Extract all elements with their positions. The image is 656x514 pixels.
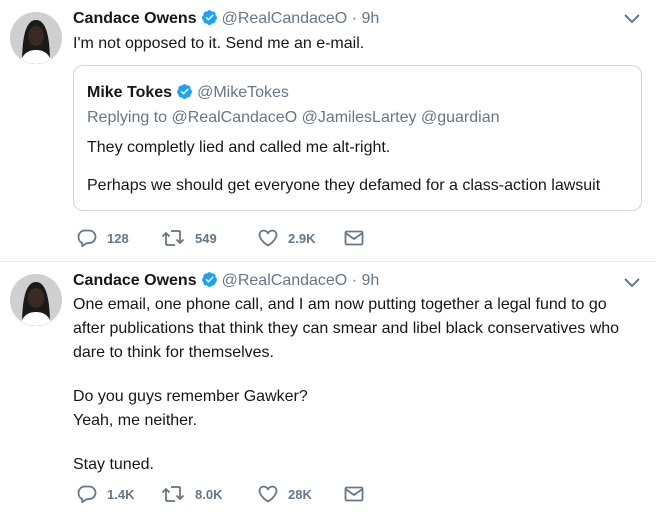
author-name[interactable]: Candace Owens <box>73 10 197 27</box>
chevron-down-icon[interactable] <box>622 276 642 290</box>
separator: · <box>351 272 358 289</box>
tweet-paragraph: Stay tuned. <box>73 456 154 473</box>
separator: · <box>351 10 358 27</box>
tweet-text: I'm not opposed to it. Send me an e-mail… <box>73 32 643 56</box>
verified-badge-icon <box>176 83 193 105</box>
tweet-paragraph: Do you guys remember Gawker? Yeah, me ne… <box>73 388 308 429</box>
timestamp[interactable]: 9h <box>361 272 379 289</box>
tweet-paragraph: One email, one phone call, and I am now … <box>73 296 620 361</box>
reply-count: 1.4K <box>107 486 135 502</box>
quoted-paragraph: They completly lied and called me alt-ri… <box>87 139 391 156</box>
like-count: 28K <box>288 486 312 502</box>
tweet-header: Candace Owens @RealCandaceO · 9h <box>73 9 379 31</box>
like-button[interactable]: 28K <box>258 483 312 505</box>
quoted-header: Mike Tokes @MikeTokes <box>87 83 289 105</box>
direct-message-button[interactable] <box>344 483 364 505</box>
quoted-tweet[interactable]: Mike Tokes @MikeTokes Replying to @RealCa… <box>73 65 642 211</box>
heart-icon <box>258 485 278 503</box>
reply-icon <box>77 229 97 247</box>
retweet-button[interactable]: 549 <box>161 227 217 249</box>
reply-count: 128 <box>107 230 129 246</box>
tweet-text: One email, one phone call, and I am now … <box>73 293 643 477</box>
quoted-author-handle: @MikeTokes <box>197 84 289 101</box>
like-button[interactable]: 2.9K <box>258 227 315 249</box>
envelope-icon <box>344 230 364 246</box>
chevron-down-icon[interactable] <box>622 12 642 26</box>
replying-to: Replying to @RealCandaceO @JamilesLartey… <box>87 109 500 126</box>
retweet-icon <box>161 486 185 502</box>
heart-icon <box>258 229 278 247</box>
author-handle[interactable]: @RealCandaceO <box>222 272 348 289</box>
author-handle[interactable]: @RealCandaceO <box>222 10 348 27</box>
quoted-text: They completly lied and called me alt-ri… <box>87 137 627 213</box>
tweet-paragraph: I'm not opposed to it. Send me an e-mail… <box>73 35 365 52</box>
retweet-count: 549 <box>195 230 217 246</box>
direct-message-button[interactable] <box>344 227 364 249</box>
timestamp[interactable]: 9h <box>361 10 379 27</box>
reply-icon <box>77 485 97 503</box>
envelope-icon <box>344 486 364 502</box>
tweet-header: Candace Owens @RealCandaceO · 9h <box>73 271 379 293</box>
quoted-paragraph: Perhaps we should get everyone they defa… <box>87 177 601 194</box>
reply-button[interactable]: 1.4K <box>77 483 134 505</box>
avatar[interactable] <box>10 274 62 326</box>
like-count: 2.9K <box>288 230 316 246</box>
retweet-icon <box>161 230 185 246</box>
quoted-author-name: Mike Tokes <box>87 84 173 101</box>
avatar[interactable] <box>10 12 62 64</box>
retweet-count: 8.0K <box>195 486 223 502</box>
reply-button[interactable]: 128 <box>77 227 129 249</box>
tweet-1[interactable]: Candace Owens @RealCandaceO · 9h I'm not … <box>0 0 656 262</box>
tweet-2[interactable]: Candace Owens @RealCandaceO · 9h One emai… <box>0 262 656 514</box>
retweet-button[interactable]: 8.0K <box>161 483 222 505</box>
author-name[interactable]: Candace Owens <box>73 272 197 289</box>
verified-badge-icon <box>201 271 218 293</box>
verified-badge-icon <box>201 9 218 31</box>
